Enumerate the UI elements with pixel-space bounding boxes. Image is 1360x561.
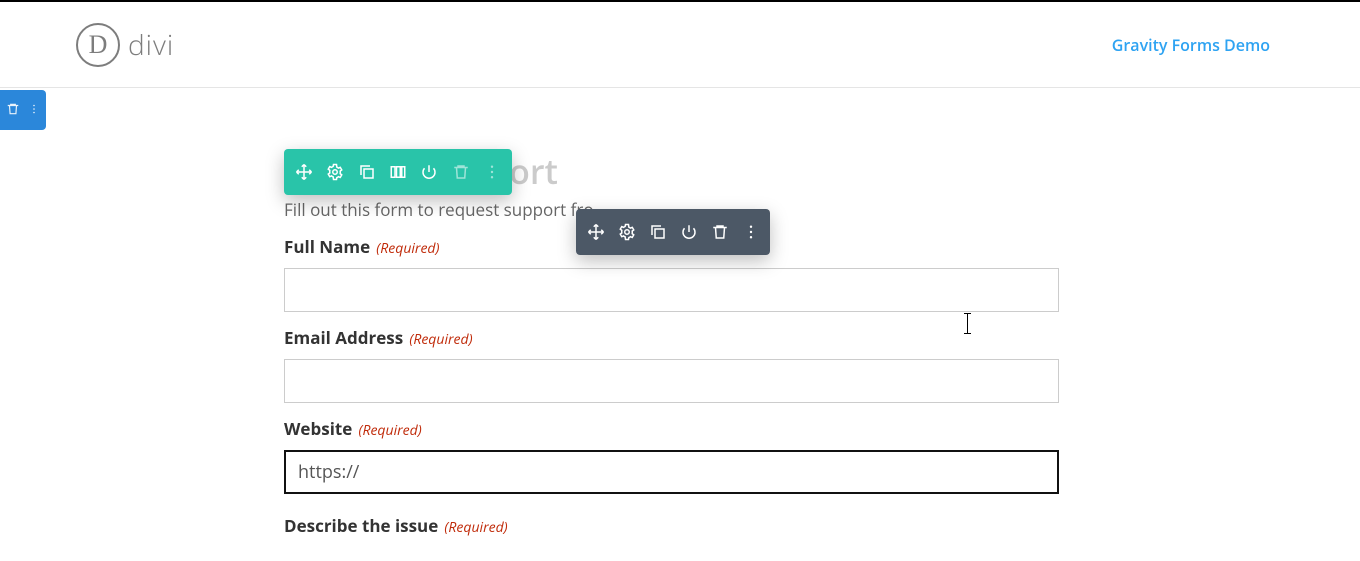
email-label: Email Address bbox=[284, 326, 403, 349]
describe-label: Describe the issue bbox=[284, 514, 438, 537]
nav-link-gravity-forms-demo[interactable]: Gravity Forms Demo bbox=[1112, 34, 1270, 56]
site-header: D divi Gravity Forms Demo bbox=[0, 2, 1360, 88]
field-website: Website (Required) bbox=[284, 417, 1059, 494]
power-icon[interactable] bbox=[679, 222, 698, 242]
collapsed-module-tab[interactable] bbox=[0, 90, 46, 130]
more-icon bbox=[28, 99, 40, 121]
logo-text: divi bbox=[128, 26, 174, 64]
site-logo[interactable]: D divi bbox=[76, 23, 174, 67]
duplicate-icon[interactable] bbox=[648, 222, 667, 242]
required-indicator: (Required) bbox=[444, 518, 507, 537]
form-area: Request Support Fill out this form to re… bbox=[284, 148, 1059, 537]
full-name-input[interactable] bbox=[284, 268, 1059, 312]
more-icon[interactable] bbox=[483, 162, 502, 182]
website-label: Website bbox=[284, 417, 352, 440]
trash-icon[interactable] bbox=[451, 162, 470, 182]
logo-mark-letter: D bbox=[89, 30, 108, 60]
row-toolbar bbox=[284, 149, 512, 195]
gear-icon[interactable] bbox=[325, 162, 344, 182]
columns-icon[interactable] bbox=[388, 162, 407, 182]
email-input[interactable] bbox=[284, 359, 1059, 403]
website-input[interactable] bbox=[284, 450, 1059, 494]
required-indicator: (Required) bbox=[409, 330, 472, 349]
field-email: Email Address (Required) bbox=[284, 326, 1059, 403]
trash-icon bbox=[6, 99, 20, 121]
gear-icon[interactable] bbox=[617, 222, 636, 242]
full-name-label: Full Name bbox=[284, 235, 370, 258]
duplicate-icon[interactable] bbox=[357, 162, 376, 182]
logo-mark-icon: D bbox=[76, 23, 120, 67]
field-describe: Describe the issue (Required) bbox=[284, 514, 1059, 537]
more-icon[interactable] bbox=[741, 222, 760, 242]
module-toolbar bbox=[576, 209, 770, 255]
power-icon[interactable] bbox=[420, 162, 439, 182]
required-indicator: (Required) bbox=[358, 421, 421, 440]
required-indicator: (Required) bbox=[376, 239, 439, 258]
move-icon[interactable] bbox=[586, 222, 605, 242]
move-icon[interactable] bbox=[294, 162, 313, 182]
trash-icon[interactable] bbox=[710, 222, 729, 242]
